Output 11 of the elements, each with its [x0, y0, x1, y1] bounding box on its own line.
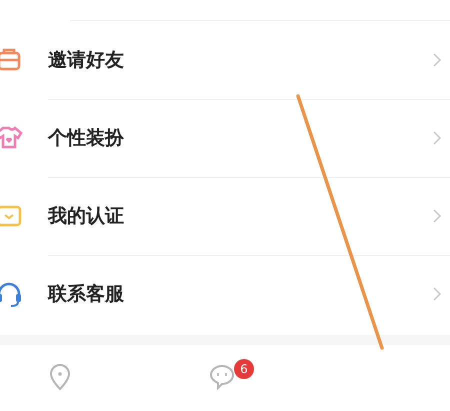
chevron-icon — [432, 52, 442, 68]
menu-item-label[interactable]: 我的认证 — [48, 203, 432, 229]
menu-item-label[interactable]: 邀请好友 — [48, 47, 432, 73]
chevron-icon — [432, 130, 442, 146]
location-pin-icon[interactable] — [47, 363, 73, 391]
menu-item-label[interactable]: 联系客服 — [48, 281, 432, 307]
chevron-icon — [432, 286, 442, 302]
menu-item-label[interactable]: 个性装扮 — [48, 125, 432, 151]
chevron-icon — [432, 208, 442, 224]
unread-badge: 6 — [234, 359, 254, 379]
chat-bubble-icon[interactable] — [209, 363, 235, 391]
